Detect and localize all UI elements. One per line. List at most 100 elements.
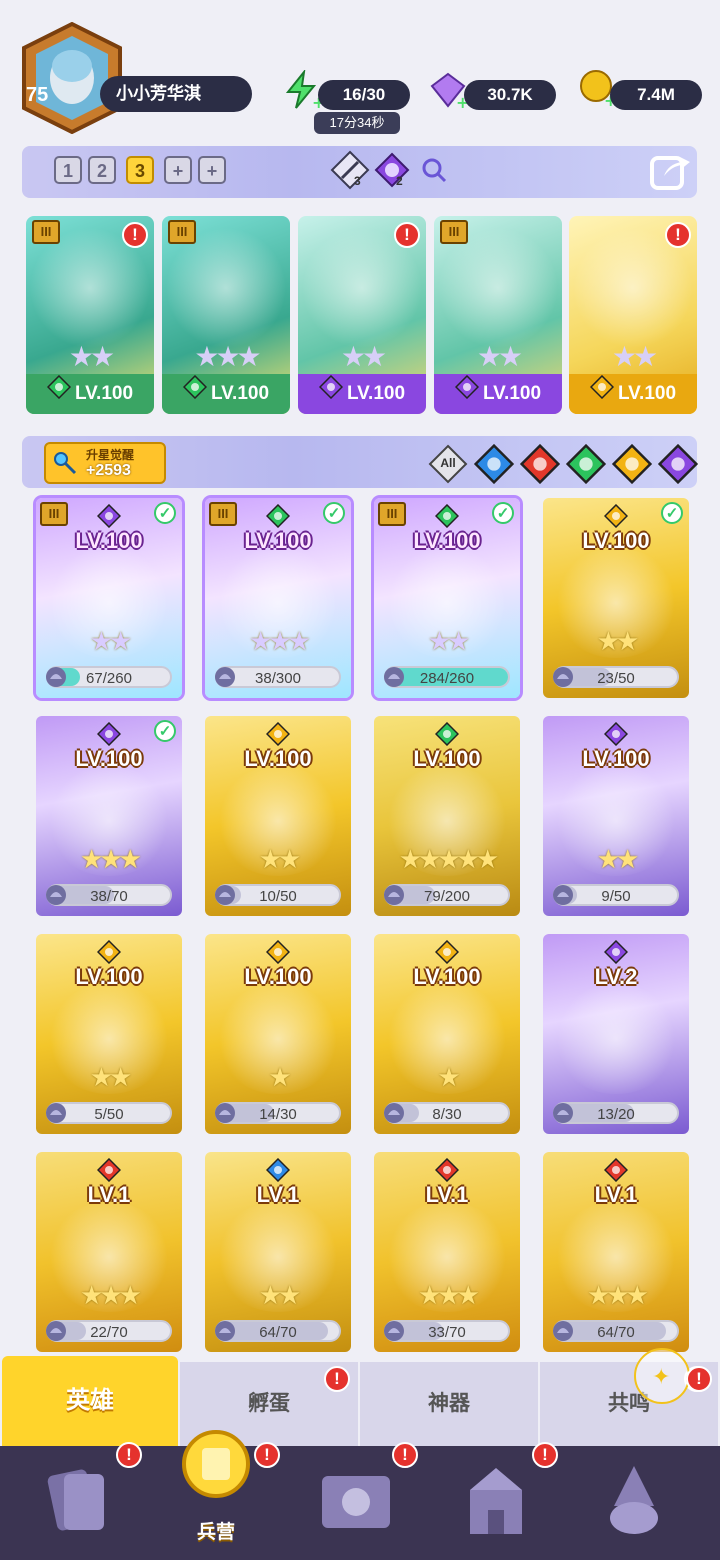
hero-card[interactable]: LV.100 ✓ ★★ 23/50 xyxy=(543,498,689,698)
star-rating: ★★ xyxy=(611,341,658,372)
shard-icon xyxy=(44,1101,68,1125)
shard-progress: 8/30 xyxy=(384,1102,510,1124)
svg-text:✦: ✦ xyxy=(652,1365,670,1390)
hero-card[interactable]: LV.2 13/20 xyxy=(543,934,689,1134)
alert-badge: ! xyxy=(122,222,148,248)
team-level: LV.100 xyxy=(346,383,406,405)
nav-map-button[interactable] xyxy=(316,1462,396,1542)
star-rating: ★★ xyxy=(340,341,387,372)
hero-level: LV.2 xyxy=(594,964,638,989)
team-slot-1[interactable]: 1 xyxy=(54,156,82,184)
team-level: LV.100 xyxy=(74,383,134,405)
gem-counter[interactable]: 30.7K xyxy=(464,80,556,110)
hero-card[interactable]: LV.1 ★★★ 64/70 xyxy=(543,1152,689,1352)
player-level: 75 xyxy=(26,84,49,106)
filter-nature-button[interactable] xyxy=(565,443,607,485)
nature-element-icon xyxy=(265,503,291,529)
hero-level: LV.100 xyxy=(413,964,481,989)
hero-level: LV.100 xyxy=(582,528,650,553)
team-card[interactable]: ★★ LV.100 III! xyxy=(26,216,154,414)
filter-water-button[interactable] xyxy=(473,443,515,485)
hero-card[interactable]: LV.100 ★ 8/30 xyxy=(374,934,520,1134)
shard-progress: 10/50 xyxy=(215,884,341,906)
team-card[interactable]: ★★★ LV.100 III xyxy=(162,216,290,414)
awaken-button[interactable]: 升星觉醒 +2593 xyxy=(44,442,166,484)
shard-icon xyxy=(382,1319,406,1343)
team-card[interactable]: ★★ LV.100! xyxy=(298,216,426,414)
share-icon[interactable] xyxy=(648,150,692,192)
magnifier-icon[interactable] xyxy=(420,156,448,184)
hero-card[interactable]: LV.100 ★★★★★ 79/200 xyxy=(374,716,520,916)
castle-icon xyxy=(456,1462,536,1542)
filter-light-button[interactable] xyxy=(611,443,653,485)
star-rating: ★★★ xyxy=(418,1280,480,1310)
light-element-icon xyxy=(265,939,291,965)
team-card[interactable]: ★★ LV.100 III xyxy=(434,216,562,414)
sparkle-button[interactable]: ✦ xyxy=(634,1348,690,1404)
alert-badge: ! xyxy=(394,222,420,248)
team-card[interactable]: ★★ LV.100! xyxy=(569,216,697,414)
nav-castle-button[interactable] xyxy=(456,1462,536,1542)
team-level-bar: LV.100 xyxy=(434,374,562,414)
hero-card[interactable]: LV.1 ★★★ 33/70 xyxy=(374,1152,520,1352)
hero-level: LV.100 xyxy=(244,964,312,989)
nav-cards-button[interactable] xyxy=(40,1462,120,1542)
player-name[interactable]: 小小芳华淇 xyxy=(100,76,252,112)
hero-card[interactable]: LV.1 ★★★ 22/70 xyxy=(36,1152,182,1352)
tier-badge: III xyxy=(32,220,60,244)
alert-badge: ! xyxy=(392,1442,418,1468)
subtab-1[interactable]: 英雄 xyxy=(2,1356,178,1446)
nav-wizard-button[interactable] xyxy=(594,1462,674,1542)
tier-badge: III xyxy=(168,220,196,244)
subtab-label: 英雄 xyxy=(66,1387,114,1414)
shard-progress-text: 13/20 xyxy=(597,1106,635,1123)
team-slot-add-1[interactable]: + xyxy=(164,156,192,184)
star-rating: ★★ xyxy=(596,626,640,656)
hero-card[interactable]: LV.100 III ✓ ★★ 284/260 xyxy=(374,498,520,698)
hero-card[interactable]: LV.100 ★★ 10/50 xyxy=(205,716,351,916)
shard-progress: 33/70 xyxy=(384,1320,510,1342)
filter-dark-button[interactable] xyxy=(657,443,699,485)
hero-card[interactable]: LV.100 ★ 14/30 xyxy=(205,934,351,1134)
team-slot-add-2[interactable]: + xyxy=(198,156,226,184)
sword-icon xyxy=(330,150,370,190)
hero-card[interactable]: LV.100 III ✓ ★★★ 38/300 xyxy=(205,498,351,698)
shard-progress-text: 23/50 xyxy=(597,670,635,687)
hero-level: LV.1 xyxy=(256,1182,300,1207)
energy-counter[interactable]: 16/30 xyxy=(318,80,410,110)
team-slot-2[interactable]: 2 xyxy=(88,156,116,184)
hero-card[interactable]: LV.1 ★★ 64/70 xyxy=(205,1152,351,1352)
nature-element-icon xyxy=(434,721,460,747)
cards-icon xyxy=(40,1462,120,1542)
fire-element-icon xyxy=(603,1157,629,1183)
hero-level: LV.100 xyxy=(413,528,481,553)
energy-timer: 17分34秒 xyxy=(314,112,400,134)
subtab-3[interactable]: 神器 xyxy=(360,1362,538,1446)
tier-badge: III xyxy=(40,502,68,526)
hero-card[interactable]: LV.100 ✓ ★★★ 38/70 xyxy=(36,716,182,916)
gold-counter[interactable]: 7.4M xyxy=(610,80,702,110)
hero-card[interactable]: LV.100 ★★ 9/50 xyxy=(543,716,689,916)
alert-badge: ! xyxy=(532,1442,558,1468)
alert-badge: ! xyxy=(665,222,691,248)
filter-all-button[interactable]: All xyxy=(428,444,468,484)
hero-card[interactable]: LV.100 ★★ 5/50 xyxy=(36,934,182,1134)
shard-progress: 5/50 xyxy=(46,1102,172,1124)
star-rating: ★★ xyxy=(258,844,302,874)
light-element-icon xyxy=(434,939,460,965)
shard-progress-text: 64/70 xyxy=(259,1324,297,1341)
shard-icon xyxy=(213,1319,237,1343)
star-rating: ★★ xyxy=(476,341,523,372)
hero-card[interactable]: LV.100 III ✓ ★★ 67/260 xyxy=(36,498,182,698)
star-rating: ★ xyxy=(268,1062,291,1092)
shard-progress: 64/70 xyxy=(215,1320,341,1342)
shard-icon xyxy=(551,665,575,689)
dark-element-icon xyxy=(96,721,122,747)
nav-barracks-button[interactable]: 兵营 xyxy=(166,1420,266,1548)
shard-progress-text: 38/70 xyxy=(90,888,128,905)
filter-fire-button[interactable] xyxy=(519,443,561,485)
shard-progress-text: 38/300 xyxy=(255,670,301,687)
team-slot-3[interactable]: 3 xyxy=(126,156,154,184)
hero-level: LV.100 xyxy=(75,964,143,989)
light-element-icon xyxy=(589,374,614,414)
